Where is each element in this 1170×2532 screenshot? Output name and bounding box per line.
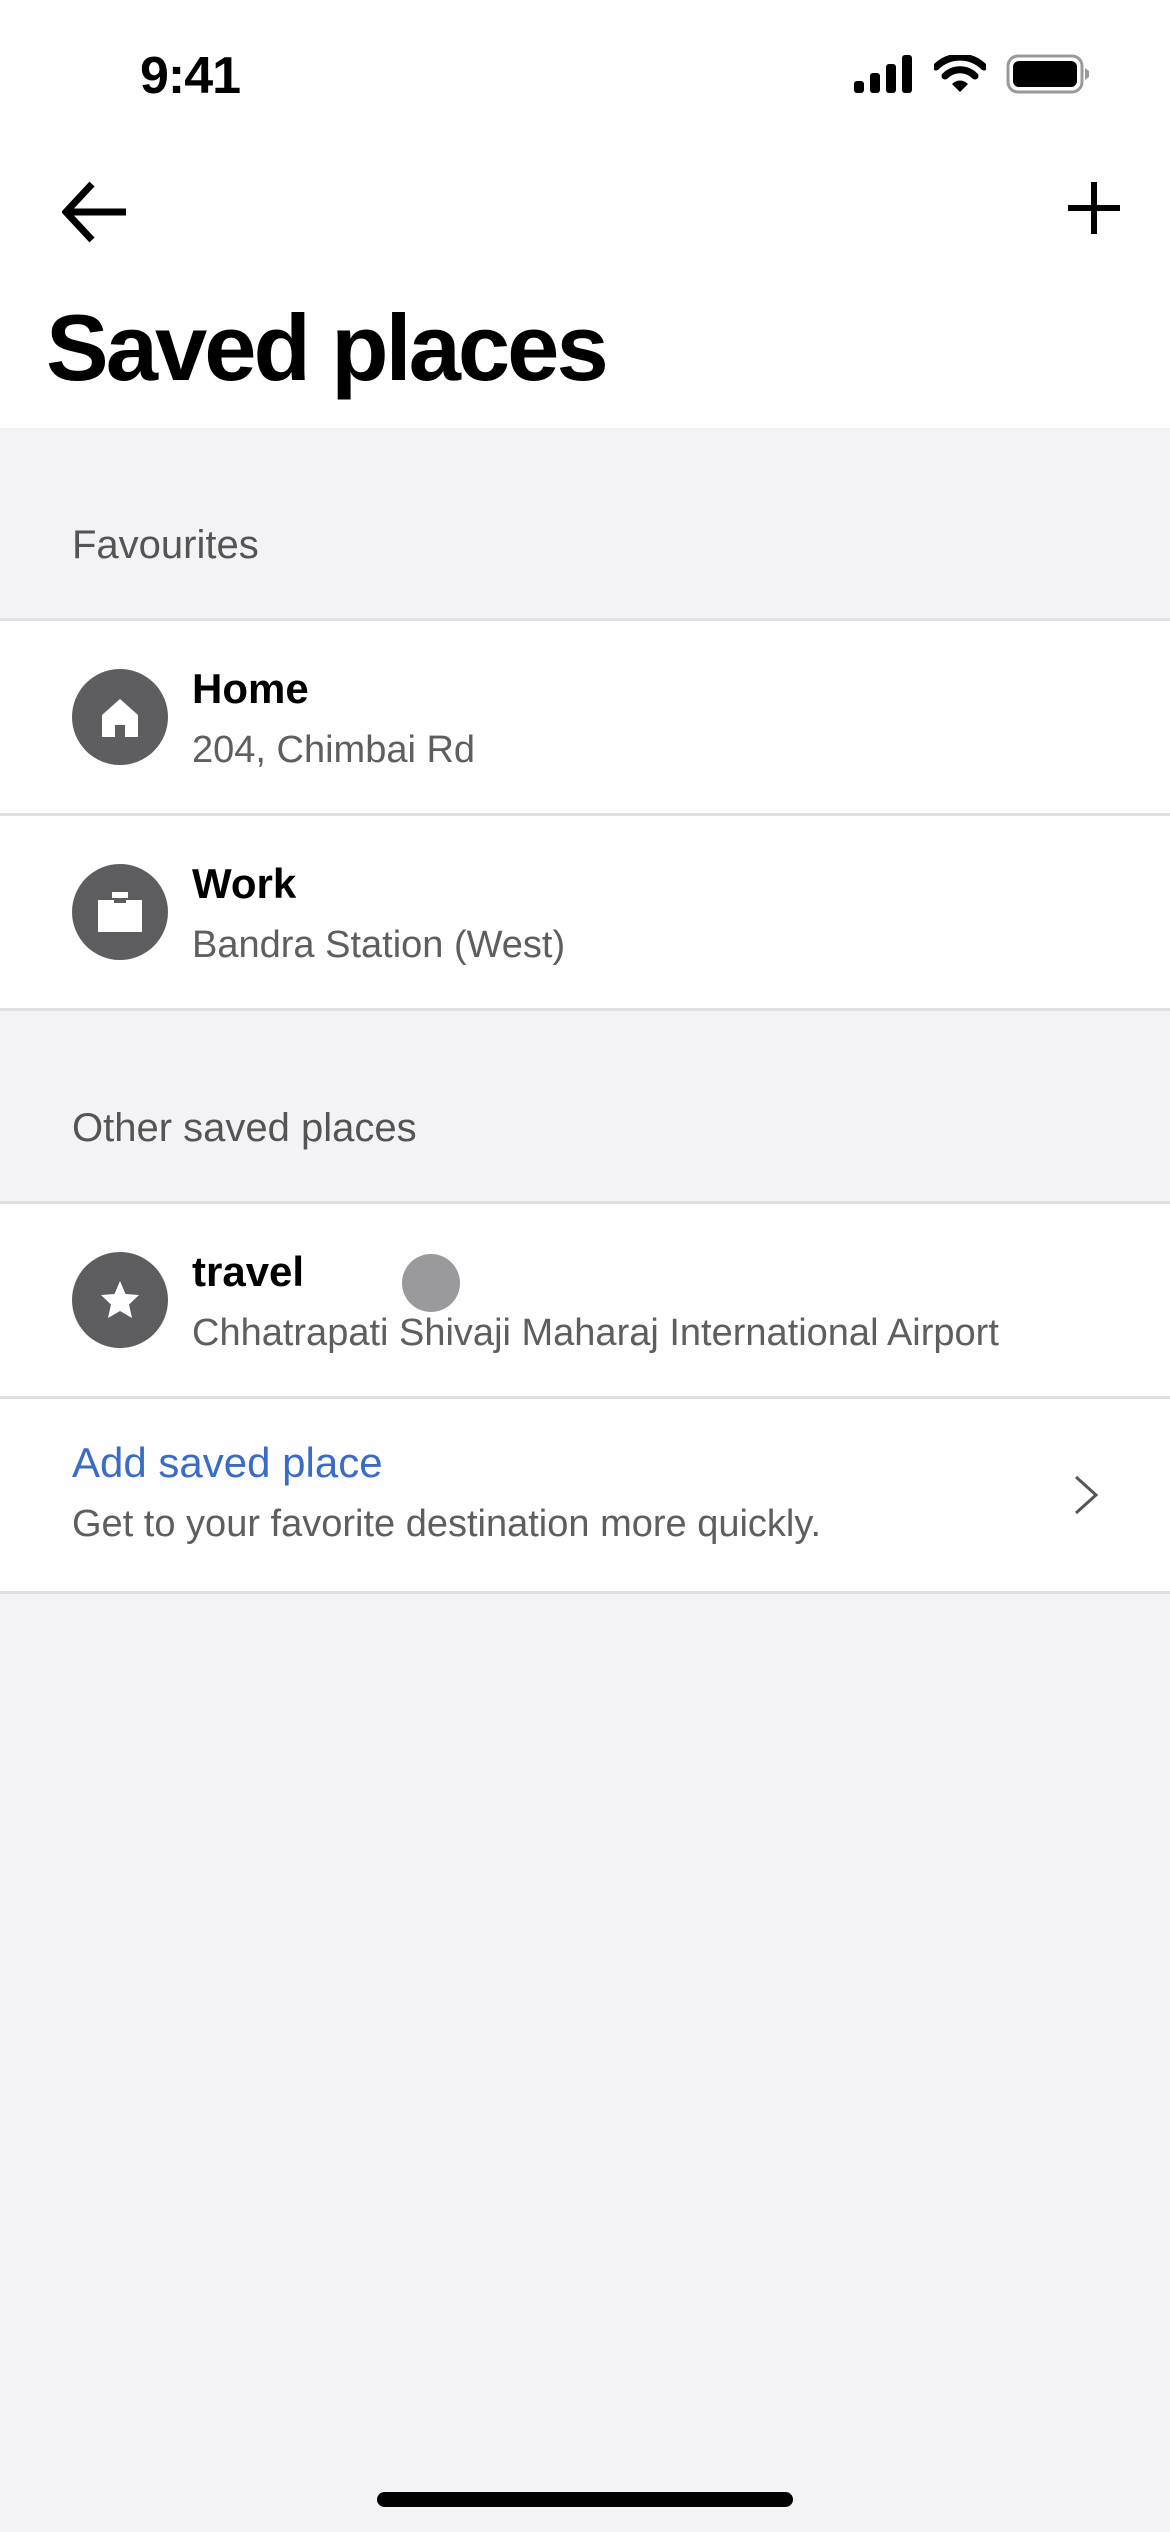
add-saved-place-row[interactable]: Add saved place Get to your favorite des… [0, 1399, 1170, 1594]
status-time: 9:41 [140, 47, 241, 105]
section-header-favourites: Favourites [0, 428, 1170, 621]
star-icon [72, 1252, 168, 1348]
status-icons [854, 54, 1090, 94]
briefcase-icon [72, 864, 168, 960]
section-title: Other saved places [72, 1106, 417, 1150]
saved-place-home[interactable]: Home 204, Chimbai Rd [0, 621, 1170, 816]
battery-icon [1006, 54, 1089, 94]
place-address: Bandra Station (West) [192, 924, 566, 966]
home-icon [72, 669, 168, 765]
place-address: Chhatrapati Shivaji Maharaj Internationa… [192, 1312, 999, 1354]
place-name: travel [192, 1248, 305, 1295]
back-button[interactable] [62, 180, 130, 244]
section-header-other: Other saved places [0, 1011, 1170, 1204]
chevron-right-icon [1074, 1475, 1099, 1515]
place-name: Work [192, 860, 297, 907]
arrow-left-icon [62, 181, 126, 243]
saved-place-work[interactable]: Work Bandra Station (West) [0, 816, 1170, 1011]
saved-place-travel[interactable]: travel Chhatrapati Shivaji Maharaj Inter… [0, 1204, 1170, 1399]
touch-indicator [402, 1254, 460, 1312]
add-saved-place-link[interactable]: Add saved place [72, 1439, 383, 1487]
wifi-icon [934, 55, 986, 92]
page-title: Saved places [46, 295, 609, 400]
place-address: 204, Chimbai Rd [192, 729, 476, 771]
section-title: Favourites [72, 523, 259, 567]
home-indicator[interactable] [377, 2492, 793, 2507]
place-name: Home [192, 665, 309, 712]
add-saved-place-description: Get to your favorite destination more qu… [72, 1503, 822, 1545]
header-area: 9:41 Saved places [0, 0, 1170, 428]
plus-icon [1068, 182, 1120, 234]
cellular-signal-icon [854, 55, 912, 93]
add-place-button[interactable] [1066, 180, 1122, 236]
